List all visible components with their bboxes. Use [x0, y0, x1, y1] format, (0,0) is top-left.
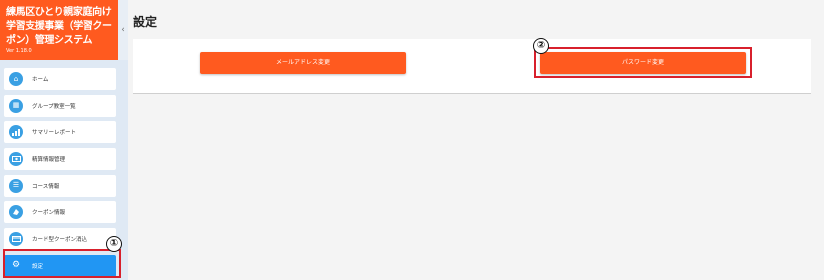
card-icon — [9, 232, 23, 247]
sidebar-item-label: カード型クーポン消込 — [32, 237, 88, 244]
app-version: Ver 1.18.0 — [6, 48, 32, 54]
sidebar-item-label: グループ教室一覧 — [32, 103, 76, 110]
sidebar-item-card-coupon[interactable]: カード型クーポン消込 — [4, 228, 116, 251]
change-email-button[interactable]: メールアドレス変更 — [200, 52, 406, 74]
app-brand: 練馬区ひとり親家庭向け学習支援事業（学習クーポン）管理システム Ver 1.18… — [0, 0, 118, 60]
sidebar-item-settlement[interactable]: 精算情報管理 — [4, 148, 116, 171]
highlight-frame-settings — [3, 249, 121, 278]
sidebar-item-label: 精算情報管理 — [32, 157, 66, 164]
home-icon: ⌂ — [9, 72, 23, 86]
sidebar-item-group-classrooms[interactable]: ▦ グループ教室一覧 — [4, 94, 116, 117]
highlight-frame-password — [534, 47, 752, 78]
sidebar-item-home[interactable]: ⌂ ホーム — [4, 68, 116, 90]
page-title: 設定 — [133, 15, 158, 29]
bar-chart-icon — [9, 125, 23, 140]
ticket-icon — [9, 205, 23, 220]
sidebar-item-label: サマリーレポート — [32, 130, 77, 137]
building-icon: ▦ — [9, 98, 23, 113]
sidebar-item-label: ホーム — [32, 77, 49, 83]
list-icon: ☰ — [9, 178, 23, 193]
step-marker-1: ① — [106, 236, 122, 252]
app-title: 練馬区ひとり親家庭向け学習支援事業（学習クーポン）管理システム — [6, 7, 112, 46]
money-icon — [9, 152, 23, 167]
sidebar-collapse-button[interactable]: ‹ — [118, 0, 128, 60]
sidebar-item-label: コース情報 — [32, 183, 60, 190]
sidebar-item-label: クーポン情報 — [32, 210, 66, 217]
sidebar-item-courses[interactable]: ☰ コース情報 — [4, 174, 116, 197]
sidebar-item-summary-report[interactable]: サマリーレポート — [4, 121, 116, 144]
chevron-left-icon: ‹ — [121, 25, 125, 35]
sidebar-item-coupons[interactable]: クーポン情報 — [4, 201, 116, 224]
step-marker-2: ② — [533, 38, 549, 54]
